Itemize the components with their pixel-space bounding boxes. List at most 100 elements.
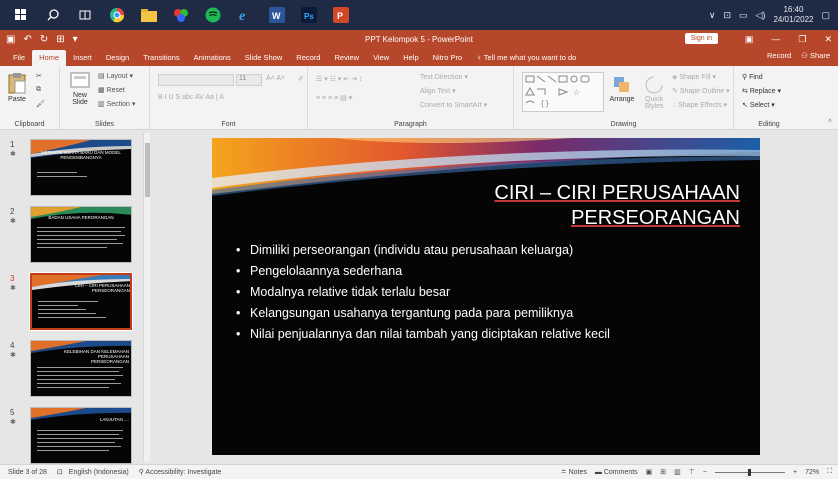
clock[interactable]: 16:40 24/01/2022 <box>773 5 813 25</box>
slide-canvas[interactable]: CIRI – CIRI PERUSAHAAN PERSEORANGAN • Dim… <box>212 138 760 455</box>
tab-view[interactable]: View <box>366 50 396 66</box>
share-button[interactable]: ⚇ Share <box>801 51 830 60</box>
chevron-up-icon[interactable]: ∨ <box>709 10 716 21</box>
paste-button[interactable]: Paste <box>4 72 30 103</box>
slide-thumbnail-3[interactable]: CIRI – CIRI PERUSAHAAN PERSEORANGAN <box>29 272 133 331</box>
copy-icon[interactable]: ⧉ <box>36 86 41 94</box>
slide-thumbnail-5[interactable]: LANJUTAN .... <box>30 407 132 464</box>
person-icon: ⚇ <box>801 51 810 60</box>
thumbnail-line <box>37 176 87 177</box>
slide-show-icon[interactable]: ⊤ <box>689 468 695 476</box>
slide-title[interactable]: CIRI – CIRI PERUSAHAAN PERSEORANGAN <box>494 181 740 231</box>
maximize-icon[interactable]: ❐ <box>798 34 806 45</box>
alignment-buttons[interactable]: ≡ ≡ ≡ ≡ ▤ ▾ <box>316 94 352 102</box>
quick-styles-icon <box>645 76 663 94</box>
shape-fill-button[interactable]: ◈ Shape Fill ▾ <box>672 73 716 81</box>
tab-animations[interactable]: Animations <box>187 50 238 66</box>
windows-icon[interactable] <box>10 4 32 26</box>
thumbnail-number: 4 <box>10 341 15 350</box>
tab-review[interactable]: Review <box>327 50 366 66</box>
shape-outline-button[interactable]: ✎ Shape Outline ▾ <box>672 87 730 95</box>
list-buttons[interactable]: ☰ ▾ ☷ ▾ ⇤ ⇥ ↕ <box>316 75 362 83</box>
comments-button[interactable]: ▬ Comments <box>595 469 638 476</box>
group-label-clipboard: Clipboard <box>14 121 45 128</box>
zoom-slider-knob[interactable] <box>747 468 751 476</box>
taskview-icon[interactable] <box>74 4 96 26</box>
fit-to-window-icon[interactable]: ⛶ <box>827 468 832 476</box>
tab-help[interactable]: Help <box>396 50 425 66</box>
select-button[interactable]: ↖ Select ▾ <box>742 101 775 109</box>
network-icon[interactable]: ⊡ <box>723 10 731 21</box>
powerpoint-icon[interactable]: P <box>330 4 352 26</box>
replace-icon: ⇆ <box>742 88 750 95</box>
ribbon-display-options-icon[interactable]: ▣ <box>745 34 754 45</box>
increase-font-icon[interactable]: A˄ A˅ <box>266 75 285 82</box>
language-indicator[interactable]: English (Indonesia) <box>69 469 129 476</box>
cut-icon[interactable]: ✂ <box>36 72 42 80</box>
tab-file[interactable]: File <box>6 50 32 66</box>
comment-icon: ▬ <box>594 468 604 476</box>
zoom-slider[interactable] <box>714 468 785 476</box>
align-text-button[interactable]: Align Text ▾ <box>420 87 456 95</box>
colors-icon[interactable] <box>170 4 192 26</box>
word-icon[interactable]: W <box>266 4 288 26</box>
normal-view-icon[interactable]: ▣ <box>646 468 653 476</box>
section-button[interactable]: ▥ Section ▾ <box>98 100 135 108</box>
quick-styles-button[interactable]: Quick Styles <box>638 76 670 110</box>
zoom-level[interactable]: 72% <box>805 469 819 476</box>
tab-slide-show[interactable]: Slide Show <box>238 50 290 66</box>
chrome-icon[interactable] <box>106 4 128 26</box>
photoshop-icon[interactable]: Ps <box>298 4 320 26</box>
collapse-ribbon-icon[interactable]: ˄ <box>828 118 832 125</box>
replace-button[interactable]: ⇆ Replace ▾ <box>742 87 781 95</box>
text-direction-button[interactable]: Text Direction ▾ <box>420 73 468 81</box>
clear-formatting-icon[interactable]: ✐ <box>298 75 304 83</box>
font-size-dropdown[interactable]: 11 <box>236 74 262 86</box>
zoom-in-icon[interactable]: + <box>793 469 797 476</box>
battery-icon[interactable]: ▭ <box>739 10 748 21</box>
spotify-icon[interactable] <box>202 4 224 26</box>
font-name-dropdown[interactable] <box>158 74 234 86</box>
arrange-button[interactable]: Arrange <box>606 76 638 103</box>
edge-icon[interactable]: e <box>234 4 256 26</box>
close-icon[interactable]: ✕ <box>824 34 832 45</box>
slide-sorter-icon[interactable]: ⊞ <box>660 468 666 476</box>
notification-icon[interactable]: ▢ <box>821 10 830 21</box>
new-slide-button[interactable]: New Slide <box>66 72 94 106</box>
sign-in-button[interactable]: Sign in <box>684 33 718 44</box>
minimize-icon[interactable]: — <box>771 34 780 44</box>
slide-thumbnail-1[interactable]: MERINTIS USAHA BARU DAN MODEL PENGEMBANG… <box>30 139 132 196</box>
tab-home[interactable]: Home <box>32 50 67 66</box>
volume-icon[interactable]: ◁) <box>756 10 766 21</box>
notes-button[interactable]: ≐ Notes <box>561 468 587 476</box>
accessibility-checker[interactable]: ⚲ Accessibility: Investigate <box>139 468 222 476</box>
font-format-buttons[interactable]: B I U S abc AV Aa | A <box>158 94 224 101</box>
scrollbar-thumb[interactable] <box>145 143 150 197</box>
thumbnail-scrollbar[interactable] <box>143 133 150 462</box>
slide-thumbnail-2[interactable]: BADAN USAHA PERORANGAN <box>30 206 132 263</box>
zoom-out-icon[interactable]: − <box>703 469 707 476</box>
tab-nitro-pro[interactable]: Nitro Pro <box>426 50 470 66</box>
slide-thumbnail-4[interactable]: KELEBIHAN DAN KELEMAHAN PERUSAHAAN PERSE… <box>30 340 132 397</box>
tab-insert[interactable]: Insert <box>66 50 99 66</box>
reading-view-icon[interactable]: ▥ <box>674 468 681 476</box>
tab-transitions[interactable]: Transitions <box>136 50 186 66</box>
tab-record[interactable]: Record <box>289 50 327 66</box>
thumbnail-title: CIRI – CIRI PERUSAHAAN PERSEORANGAN <box>74 283 130 293</box>
tab-design[interactable]: Design <box>99 50 136 66</box>
spelling-icon[interactable]: ⊡ <box>57 468 63 476</box>
search-icon[interactable] <box>42 4 64 26</box>
slide-bullet-list[interactable]: • Dimiliki perseorangan (individu atau pe… <box>236 240 610 345</box>
find-button[interactable]: ⚲ Find <box>742 73 763 81</box>
format-painter-icon[interactable]: 🖌 <box>36 100 45 108</box>
reset-button[interactable]: ▦ Reset <box>98 86 125 94</box>
convert-smartart-button[interactable]: Convert to SmartArt ▾ <box>420 101 487 109</box>
tell-me-search[interactable]: ♀ Tell me what you want to do <box>469 50 583 66</box>
shape-effects-button[interactable]: ◌ Shape Effects ▾ <box>672 101 727 109</box>
layout-button[interactable]: ▤ Layout ▾ <box>98 72 133 80</box>
thumbnail-line <box>37 227 125 228</box>
shapes-gallery[interactable]: ☆ { } <box>522 72 604 112</box>
explorer-icon[interactable] <box>138 4 160 26</box>
bullet-dot-icon: • <box>236 327 241 341</box>
record-button[interactable]: Record <box>767 51 791 60</box>
